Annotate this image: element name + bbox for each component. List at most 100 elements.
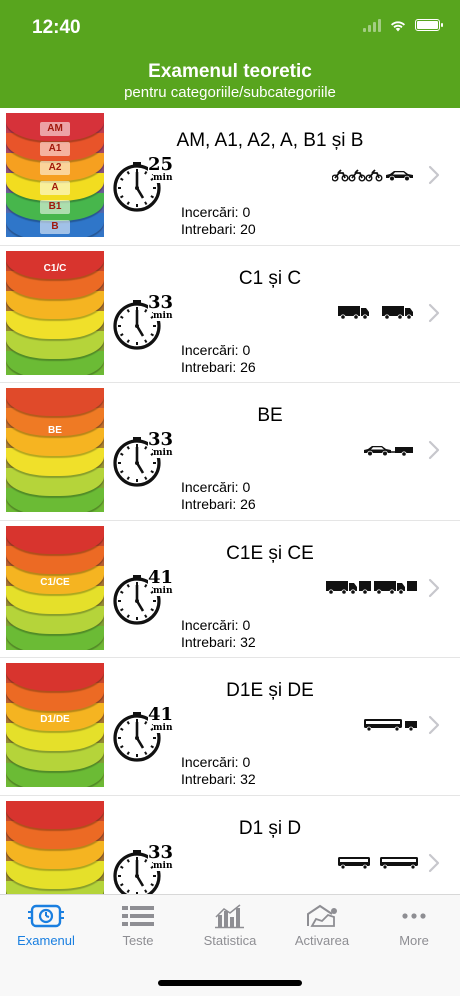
exam-stats: Incercări: 0 Intrebari: 32 [181,754,256,788]
tab-label: More [399,933,429,948]
attempts-value: 0 [242,204,251,220]
thumbnail-category-label: BE [48,425,62,436]
exam-title: C1E și CE [226,542,314,564]
exam-duration-minutes: 41 [148,704,174,725]
questions-line: Intrebari: 32 [181,771,256,788]
tab-activarea[interactable]: Activarea [276,903,368,948]
attempts-value: 0 [242,616,251,633]
exam-stats: Incercări: 0 Intrebari: 20 [181,204,256,238]
category-thumbnail: C1/C [6,250,104,375]
exam-duration-minutes: 33 [148,291,174,313]
thumbnail-category-label: A1 [40,141,70,156]
attempts-value: 0 [242,479,251,495]
page-subtitle: pentru categoriile/subcategoriile [124,84,336,101]
category-thumbnail: C1/CE [6,525,104,650]
tab-label: Teste [122,933,154,948]
exam-title: BE [257,405,283,426]
app-screen: 12:40 Examenul teoretic pentru categorii… [0,0,460,996]
exam-duration-minutes: 33 [148,429,174,450]
list-icon [92,903,184,929]
tab-examenul[interactable]: Examenul [0,903,92,948]
chevron-right-icon[interactable] [428,578,440,598]
timer-clock-icon: 25 min [112,154,174,212]
chevron-right-icon[interactable] [428,165,440,185]
timer-clock-icon: 41 min [112,704,174,762]
status-icons [363,18,443,32]
app-header: 12:40 Examenul teoretic pentru categorii… [0,0,460,108]
attempts-line: Incercări: 0 [181,204,256,221]
questions-value: 32 [240,633,256,650]
exam-stats: Incercări: 0 Intrebari: 26 [181,479,256,513]
duration-unit-label: min [153,448,173,458]
tab-teste[interactable]: Teste [92,903,184,948]
exam-duration-minutes: 25 [148,154,174,175]
category-thumbnail: AM A1 A2 A B1 B [6,113,104,237]
attempts-line: Incercări: 0 [181,479,256,496]
thumbnail-category-label: A [40,180,70,195]
wifi-icon [391,20,405,31]
questions-line: Intrebari: 20 [181,221,256,238]
car-trailer-icon [362,441,418,461]
thumbnail-category-label: B [40,219,70,234]
tab-statistica[interactable]: Statistica [184,903,276,948]
thumbnail-category-label: B1 [40,200,70,214]
home-indicator [158,980,302,986]
questions-label: Intrebari: [181,496,237,512]
chevron-right-icon[interactable] [428,440,440,460]
questions-value: 32 [240,771,256,787]
questions-label: Intrebari: [181,358,237,375]
duration-unit-label: min [153,585,173,596]
exam-row[interactable]: D1/DE D1E și DE 41 min Incercări: 0 Intrebar… [0,658,460,796]
attempts-value: 0 [242,754,251,770]
motorcycle-car-icon [331,166,418,186]
exam-title: D1 și D [238,817,302,839]
questions-label: Intrebari: [181,221,237,237]
exam-stats: Incercări: 0 Intrebari: 32 [181,617,256,651]
attempts-label: Incercări: [181,754,239,770]
attempts-line: Incercări: 0 [181,342,256,359]
timer-clock-icon: 33 min [112,429,174,487]
thumbnail-category-label: A2 [40,161,70,175]
duration-unit-label: min [153,723,173,733]
exam-duration-minutes: 33 [148,841,174,863]
tab-more[interactable]: More [368,903,460,948]
cellular-signal-icon [363,18,381,32]
timer-clock-icon: 41 min [112,566,174,625]
category-thumbnail [6,800,104,894]
exam-duration-minutes: 41 [148,566,174,588]
exam-row[interactable]: AM A1 A2 A B1 B AM, A1, A2, A, B1 și B 25 min In… [0,108,460,246]
thumbnail-category-label: C1/CE [40,576,70,588]
duration-unit-label: min [153,173,173,183]
questions-line: Intrebari: 26 [181,359,256,376]
exam-stats: Incercări: 0 Intrebari: 26 [181,342,256,376]
chevron-right-icon[interactable] [428,715,440,735]
attempts-line: Incercări: 0 [181,617,256,634]
attempts-label: Incercări: [181,479,239,495]
questions-label: Intrebari: [181,771,237,787]
exam-row[interactable]: C1/C C1 și C 33 min Incercări: 0 Intrebari: … [0,245,460,383]
bus-trailer-icon [364,716,418,736]
attempts-value: 0 [242,341,251,358]
trucks-icon [338,304,418,324]
attempts-label: Incercări: [181,616,239,633]
questions-line: Intrebari: 32 [181,634,256,651]
chevron-right-icon[interactable] [428,853,440,873]
exam-row[interactable]: C1/CE C1E și CE 41 min Incercări: 0 Intrebar… [0,520,460,658]
exam-title: AM, A1, A2, A, B1 și B [176,130,364,151]
battery-icon [415,19,443,31]
tab-label: Examenul [17,933,75,948]
buses-icon [338,854,418,874]
chevron-right-icon[interactable] [428,303,440,323]
thumbnail-category-label: C1/C [43,262,67,274]
status-time: 12:40 [32,17,81,38]
exam-row[interactable]: BE BE 33 min Incercări: 0 Intrebari: 26 [0,383,460,521]
duration-unit-label: min [153,310,173,321]
questions-value: 20 [240,221,256,237]
questions-label: Intrebari: [181,633,237,650]
exam-title: D1E și DE [226,680,314,701]
exam-list[interactable]: AM A1 A2 A B1 B AM, A1, A2, A, B1 și B 25 min In… [0,108,460,894]
timer-clock-icon: 33 min [112,841,174,894]
exam-row[interactable]: D1 și D 33minIncercări: 0 [0,795,460,894]
tab-label: Statistica [203,933,257,948]
thumbnail-category-label: AM [40,122,70,136]
